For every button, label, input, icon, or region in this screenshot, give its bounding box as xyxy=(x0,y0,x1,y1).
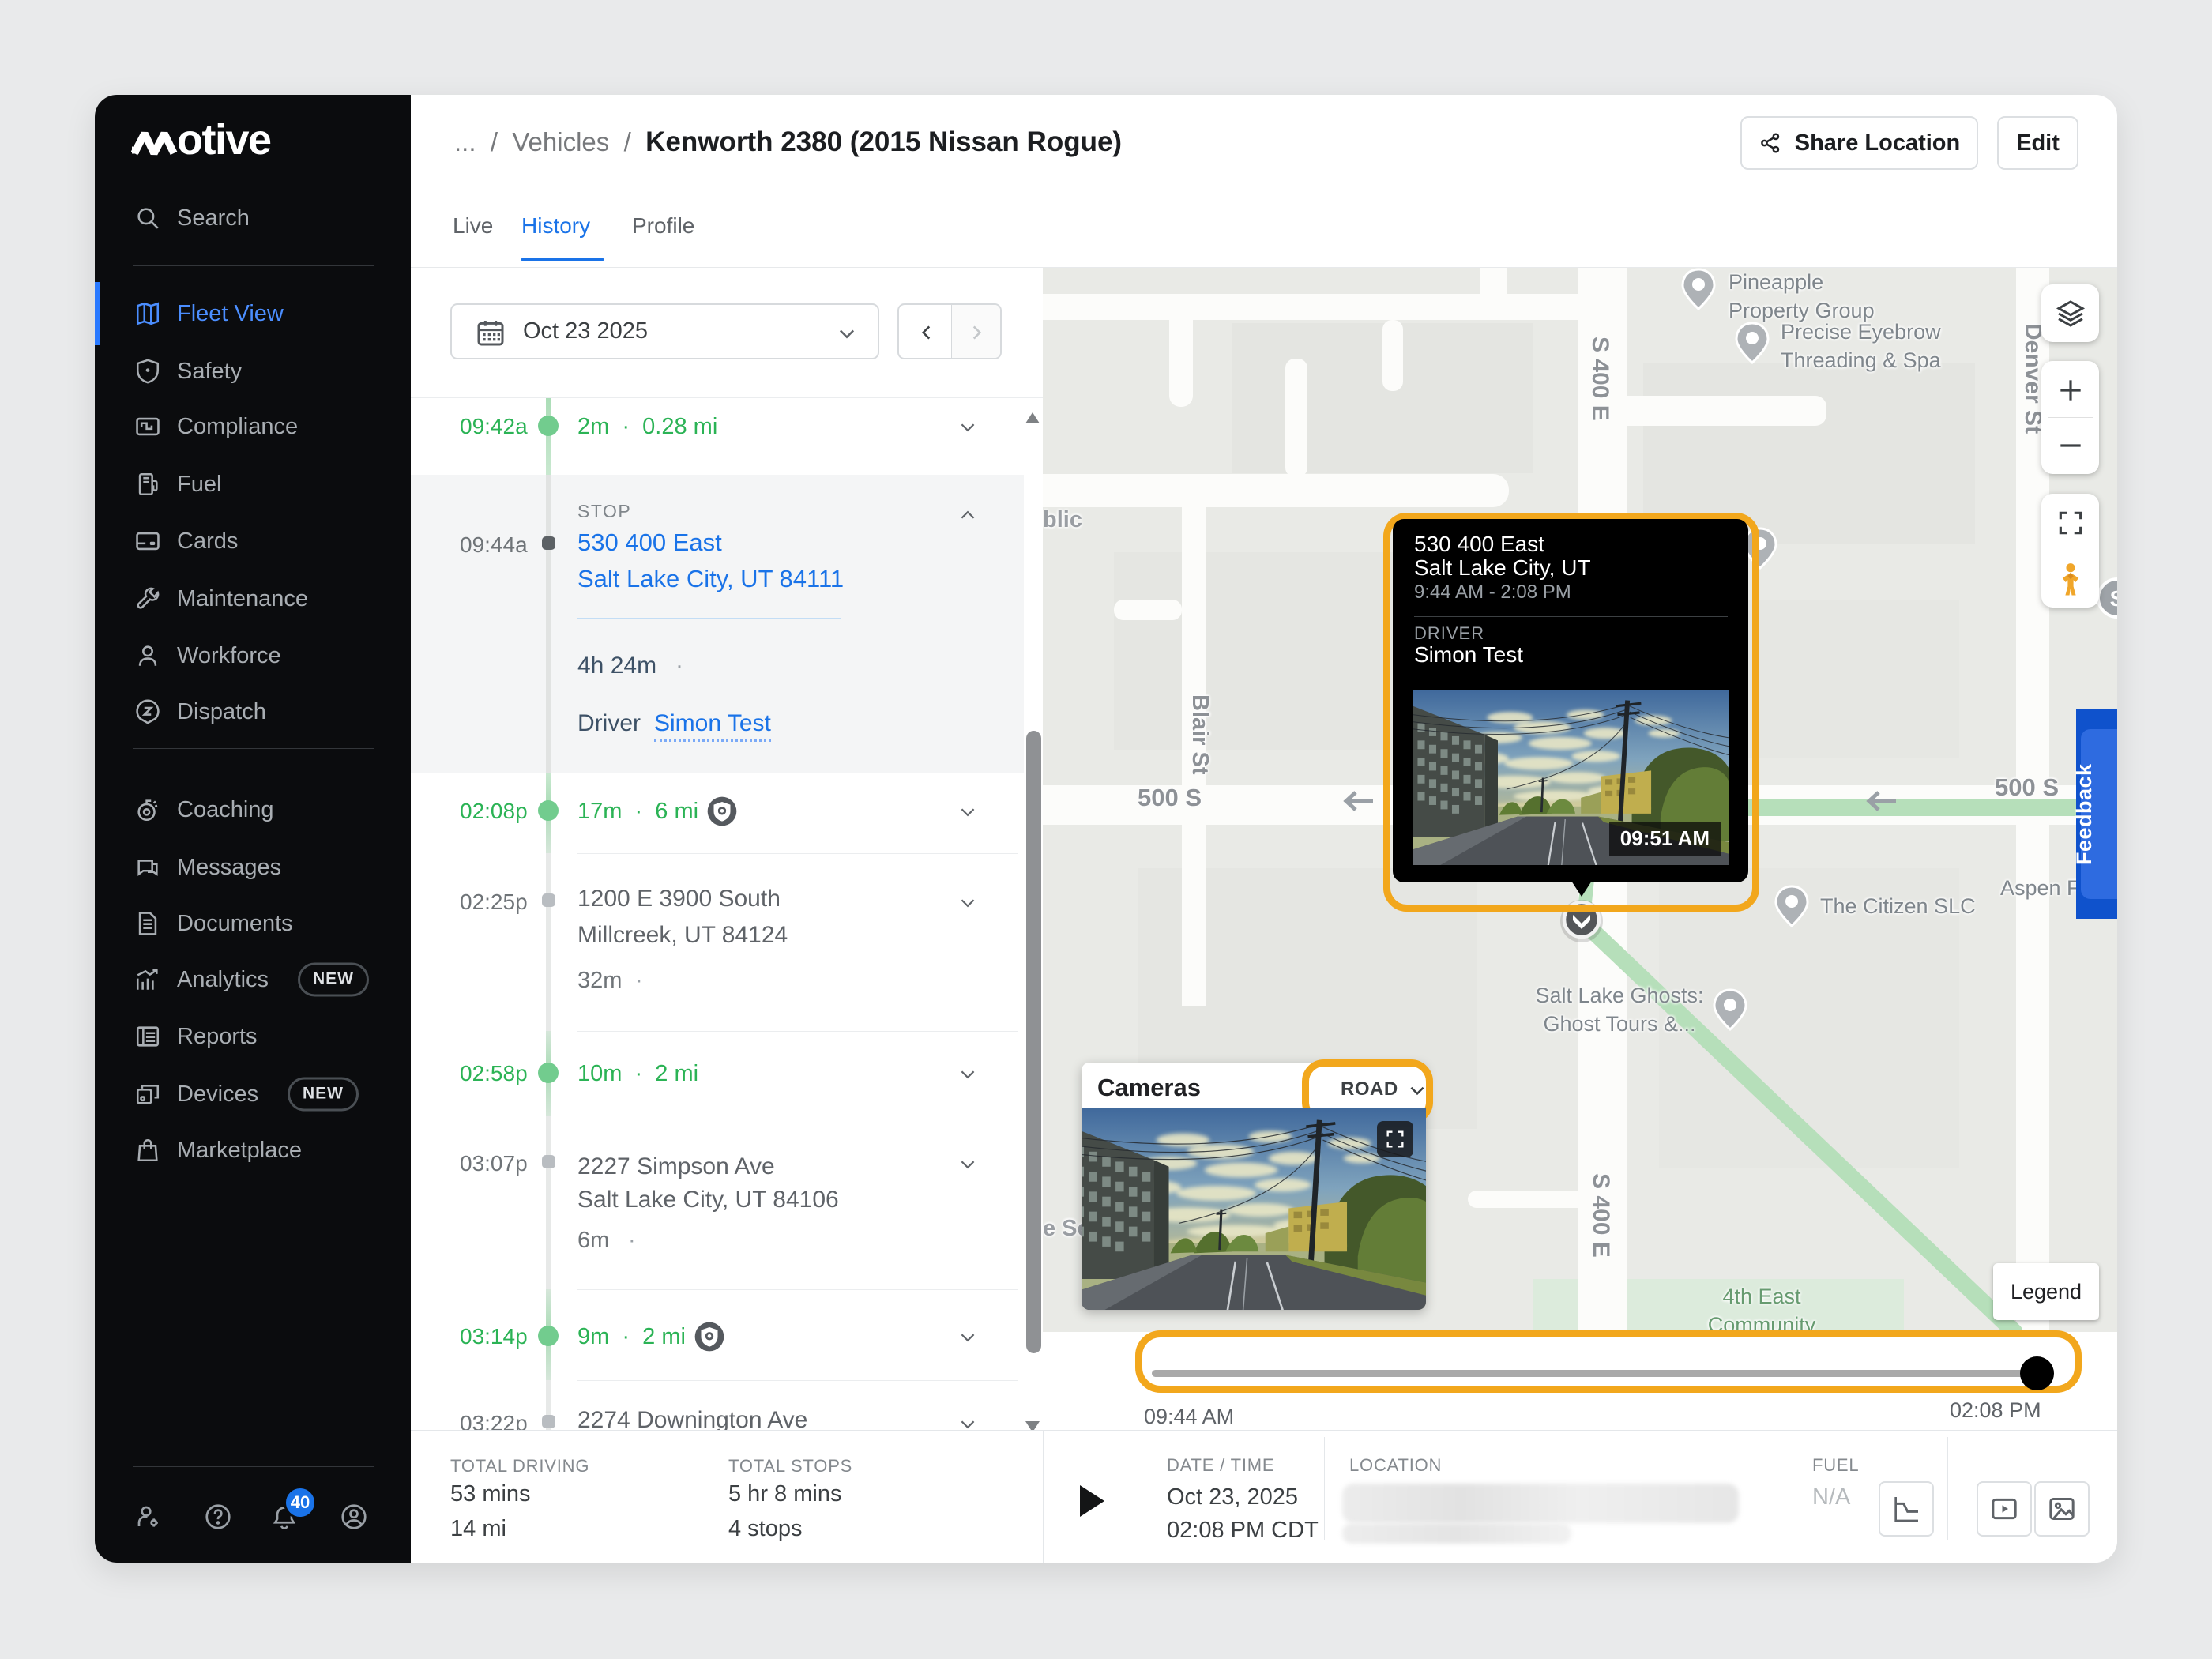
svg-text:S: S xyxy=(2110,586,2117,611)
svg-text:otive: otive xyxy=(177,117,271,156)
